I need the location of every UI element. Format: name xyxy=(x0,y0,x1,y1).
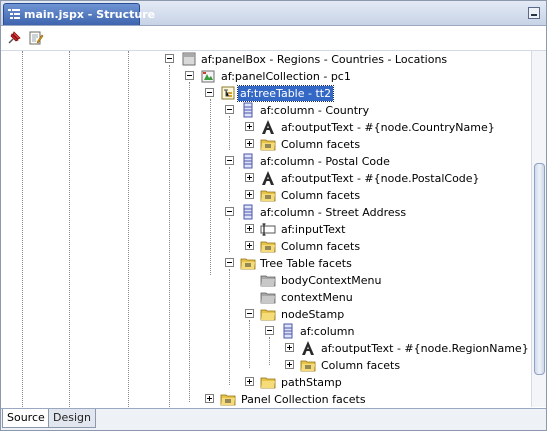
title-bar: main.jspx - Structure xyxy=(1,1,546,26)
expand-toggle[interactable] xyxy=(245,173,254,182)
pin-icon[interactable] xyxy=(5,29,23,47)
collapse-toggle[interactable] xyxy=(225,207,234,216)
folder-icon xyxy=(260,190,276,202)
editor-tabs: Source Design xyxy=(1,408,546,430)
expand-toggle[interactable] xyxy=(245,241,254,250)
tree-guide-line xyxy=(210,99,211,275)
tree-node-label: bodyContextMenu xyxy=(281,274,382,287)
collapse-toggle[interactable] xyxy=(245,309,254,318)
vertical-scrollbar[interactable] xyxy=(531,51,546,407)
tree-node-label: af:column xyxy=(300,325,355,338)
panelcollection-icon xyxy=(201,70,215,83)
tab-source[interactable]: Source xyxy=(2,409,50,428)
column-icon xyxy=(243,204,253,220)
column-icon xyxy=(243,153,253,169)
tree-node-label: nodeStamp xyxy=(281,308,345,321)
tree-guide-line xyxy=(128,51,129,407)
collapse-toggle[interactable] xyxy=(225,156,234,165)
column-icon xyxy=(283,323,293,339)
expand-toggle[interactable] xyxy=(205,394,214,403)
tree-node-label: Column facets xyxy=(281,138,361,151)
outputtext-icon xyxy=(262,171,274,185)
inputtext-icon xyxy=(260,223,276,236)
tree-node-label: Column facets xyxy=(281,189,361,202)
expand-toggle[interactable] xyxy=(245,224,254,233)
collapse-toggle[interactable] xyxy=(265,326,274,335)
tree-guide-line xyxy=(22,51,23,407)
collapse-toggle[interactable] xyxy=(165,54,174,63)
outputtext-icon xyxy=(302,341,314,355)
facet-folder-icon xyxy=(260,275,276,287)
collapse-toggle[interactable] xyxy=(185,71,194,80)
expand-toggle[interactable] xyxy=(245,190,254,199)
structure-window: main.jspx - Structure af:panelBox - Regi… xyxy=(0,0,547,431)
tree-guide-line xyxy=(69,51,70,407)
collapse-toggle[interactable] xyxy=(225,258,234,267)
expand-toggle[interactable] xyxy=(245,139,254,148)
expand-toggle[interactable] xyxy=(285,343,294,352)
tree-guide-line xyxy=(169,65,170,407)
tree-guide-line xyxy=(229,269,230,385)
minimize-button[interactable] xyxy=(528,7,540,19)
folder-icon xyxy=(260,377,276,389)
tab-design[interactable]: Design xyxy=(48,409,96,428)
tree-node-label: Tree Table facets xyxy=(260,257,352,270)
tree-node-label: af:column - Country xyxy=(260,104,370,117)
tree-node-label: af:column - Street Address xyxy=(260,206,407,219)
tree-node-label: af:outputText - #{node.CountryName} xyxy=(281,121,495,134)
folder-icon xyxy=(220,394,236,406)
structure-tab[interactable]: main.jspx - Structure xyxy=(3,3,155,25)
folder-icon xyxy=(260,241,276,253)
tree-guide-line xyxy=(229,167,230,201)
column-icon xyxy=(243,102,253,118)
tree-node-label: af:column - Postal Code xyxy=(260,155,390,168)
folder-icon xyxy=(300,360,316,372)
tree-node-label: af:outputText - #{node.PostalCode} xyxy=(281,172,480,185)
tab-title: main.jspx - Structure xyxy=(24,8,156,21)
panelbox-icon xyxy=(182,52,196,66)
tree-node-label: af:outputText - #{node.RegionName} xyxy=(321,342,529,355)
folder-icon xyxy=(260,139,276,151)
tree-node-label: af:panelBox - Regions - Countries - Loca… xyxy=(201,53,448,66)
outputtext-icon xyxy=(262,120,274,134)
structure-icon xyxy=(8,9,20,19)
tree-node-label: af:treeTable - tt2 xyxy=(236,85,335,102)
folder-icon xyxy=(260,309,276,321)
expand-toggle[interactable] xyxy=(245,377,254,386)
tree-node-label: Panel Collection facets xyxy=(241,393,366,406)
expand-toggle[interactable] xyxy=(245,122,254,131)
tree-guide-line xyxy=(249,320,250,368)
toolbar xyxy=(1,26,546,51)
tree-node-label: Column facets xyxy=(281,240,361,253)
tree-guide-line xyxy=(269,337,270,365)
tree-guide-line xyxy=(229,218,230,252)
tree-guide-line xyxy=(189,82,190,402)
scrollbar-thumb[interactable] xyxy=(534,163,545,375)
collapse-toggle[interactable] xyxy=(205,88,214,97)
tree-node-label: af:inputText xyxy=(281,223,346,236)
folder-icon xyxy=(240,258,256,270)
tree-node-label: af:panelCollection - pc1 xyxy=(221,70,351,83)
edit-properties-icon[interactable] xyxy=(27,29,45,47)
collapse-toggle[interactable] xyxy=(225,105,234,114)
tree-node-label: Column facets xyxy=(321,359,401,372)
tree-node-label: pathStamp xyxy=(281,376,342,389)
tree-guide-line xyxy=(229,116,230,150)
expand-toggle[interactable] xyxy=(285,360,294,369)
tree-node-label: contextMenu xyxy=(281,291,353,304)
treetable-icon xyxy=(221,86,235,100)
facet-folder-icon xyxy=(260,292,276,304)
structure-tree: af:panelBox - Regions - Countries - Loca… xyxy=(1,51,530,407)
